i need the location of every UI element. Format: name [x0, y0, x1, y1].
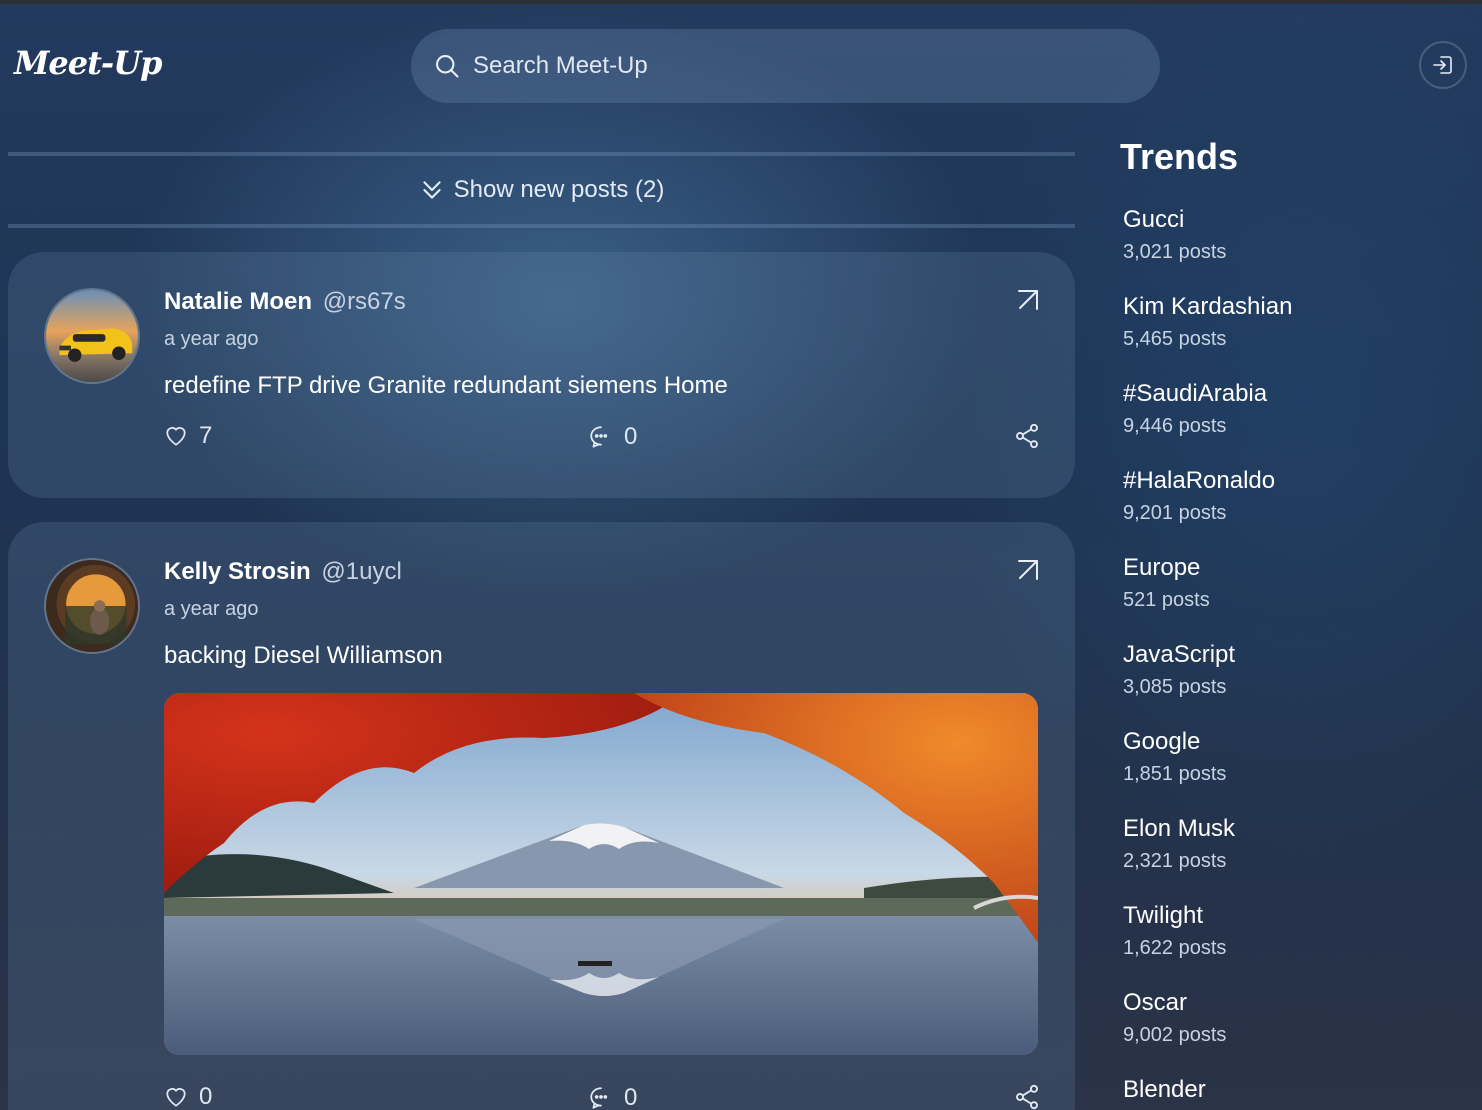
- trend-name: #HalaRonaldo: [1123, 467, 1276, 494]
- open-post-icon[interactable]: [1016, 558, 1040, 582]
- like-count: 0: [199, 1083, 213, 1110]
- post-card[interactable]: Kelly Strosin @1uycl a year ago backing …: [8, 522, 1075, 1110]
- trend-item[interactable]: Oscar 9,002 posts: [1123, 989, 1226, 1047]
- open-post-icon[interactable]: [1016, 288, 1040, 312]
- like-button[interactable]: 7: [163, 422, 212, 450]
- comment-button[interactable]: 0: [588, 423, 637, 451]
- post-text: backing Diesel Williamson: [164, 642, 443, 669]
- comment-icon: [590, 1087, 608, 1109]
- trend-item[interactable]: JavaScript 3,085 posts: [1123, 641, 1235, 699]
- trend-name: Oscar: [1123, 989, 1188, 1016]
- author-handle[interactable]: @rs67s: [323, 288, 406, 315]
- post-timestamp: a year ago: [164, 598, 259, 620]
- trend-post-count: 3,021 posts: [1123, 241, 1227, 263]
- post-card[interactable]: Natalie Moen @rs67s a year ago redefine …: [8, 252, 1075, 498]
- trend-post-count: 1,851 posts: [1123, 763, 1227, 785]
- trend-name: Kim Kardashian: [1123, 293, 1293, 320]
- trend-post-count: 521 posts: [1123, 589, 1210, 611]
- trend-post-count: 2,321 posts: [1123, 850, 1227, 872]
- trends-title: Trends: [1120, 136, 1239, 177]
- trend-name: #SaudiArabia: [1123, 380, 1268, 407]
- trend-name: Elon Musk: [1123, 815, 1236, 842]
- search-icon: [436, 55, 459, 78]
- trend-post-count: 9,446 posts: [1123, 415, 1227, 437]
- post-text: redefine FTP drive Granite redundant sie…: [164, 372, 728, 399]
- window-top-border: [0, 0, 1482, 4]
- trend-item[interactable]: Elon Musk 2,321 posts: [1123, 815, 1235, 873]
- search-input[interactable]: [473, 52, 1113, 80]
- trend-item[interactable]: Blender: [1123, 1076, 1206, 1104]
- trend-item[interactable]: #HalaRonaldo 9,201 posts: [1123, 467, 1275, 525]
- trend-post-count: 9,002 posts: [1123, 1024, 1227, 1046]
- trend-post-count: 3,085 posts: [1123, 676, 1227, 698]
- trend-item[interactable]: Gucci 3,021 posts: [1123, 206, 1226, 264]
- trend-name: Blender: [1123, 1076, 1206, 1103]
- trend-item[interactable]: Kim Kardashian 5,465 posts: [1123, 293, 1292, 351]
- post-image[interactable]: [164, 693, 1038, 1055]
- comment-count: 0: [624, 423, 638, 450]
- like-count: 7: [199, 422, 213, 449]
- comment-icon: [590, 426, 608, 448]
- trend-name: JavaScript: [1123, 641, 1236, 668]
- mount-fuji-autumn-image: [164, 693, 1038, 1055]
- trend-name: Europe: [1123, 554, 1201, 581]
- share-icon[interactable]: [1013, 422, 1041, 450]
- post-author: Kelly Strosin @1uycl: [164, 558, 402, 586]
- comment-button[interactable]: 0: [588, 1084, 637, 1110]
- share-icon[interactable]: [1013, 1083, 1041, 1110]
- author-name[interactable]: Kelly Strosin: [164, 558, 311, 585]
- app-logo[interactable]: Meet-Up: [14, 44, 162, 82]
- login-icon: [1433, 56, 1452, 74]
- trend-item[interactable]: Europe 521 posts: [1123, 554, 1210, 612]
- avatar-image-car: [46, 290, 138, 382]
- author-handle[interactable]: @1uycl: [321, 558, 401, 585]
- trend-item[interactable]: Twilight 1,622 posts: [1123, 902, 1226, 960]
- show-new-posts-label: Show new posts (2): [453, 176, 665, 203]
- trend-post-count: 9,201 posts: [1123, 502, 1227, 524]
- trend-item[interactable]: #SaudiArabia 9,446 posts: [1123, 380, 1267, 438]
- post-author: Natalie Moen @rs67s: [164, 288, 406, 316]
- trend-post-count: 5,465 posts: [1123, 328, 1227, 350]
- show-new-posts-button[interactable]: Show new posts (2): [8, 152, 1075, 228]
- author-name[interactable]: Natalie Moen: [164, 288, 312, 315]
- trend-name: Gucci: [1123, 206, 1185, 233]
- avatar[interactable]: [44, 558, 140, 654]
- trend-name: Google: [1123, 728, 1201, 755]
- post-timestamp: a year ago: [164, 328, 259, 350]
- trend-name: Twilight: [1123, 902, 1204, 929]
- like-button[interactable]: 0: [163, 1083, 212, 1110]
- trend-post-count: 1,622 posts: [1123, 937, 1227, 959]
- comment-count: 0: [624, 1084, 638, 1110]
- avatar[interactable]: [44, 288, 140, 384]
- heart-icon: [166, 1088, 186, 1107]
- trend-item[interactable]: Google 1,851 posts: [1123, 728, 1226, 786]
- chevrons-down-icon: [422, 181, 441, 199]
- search-bar[interactable]: [411, 29, 1160, 103]
- login-button[interactable]: [1419, 41, 1467, 89]
- avatar-image-window: [46, 560, 138, 652]
- heart-icon: [166, 427, 186, 446]
